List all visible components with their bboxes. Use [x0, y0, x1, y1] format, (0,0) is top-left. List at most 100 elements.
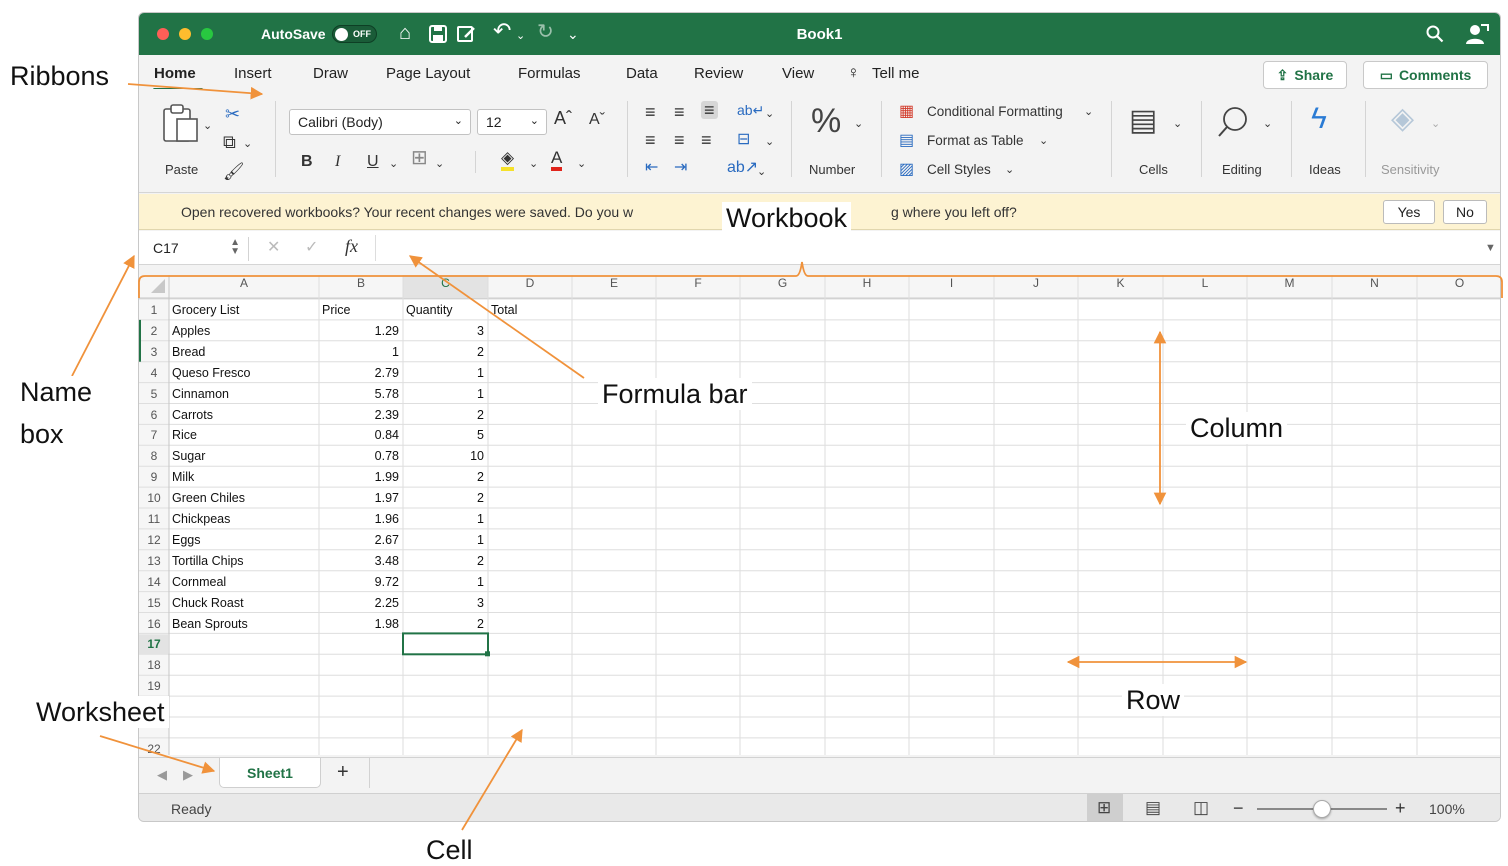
cell-c14[interactable]: 1 [406, 572, 488, 592]
cell-b20[interactable] [322, 697, 403, 717]
column-header-n[interactable]: N [1332, 276, 1417, 291]
row-header[interactable]: 7 [139, 428, 169, 442]
share-button[interactable]: ⇪ Share [1263, 61, 1347, 89]
column-header-c[interactable]: C [403, 276, 488, 291]
cell-d1[interactable]: Total [491, 300, 572, 320]
row-header[interactable]: 19 [139, 679, 169, 693]
align-left-icon[interactable]: ≡ [645, 131, 656, 149]
page-break-view-icon[interactable]: ◫ [1193, 799, 1209, 817]
cell-b10[interactable]: 1.97 [322, 488, 403, 508]
cell-d17[interactable] [491, 634, 572, 654]
cell-b5[interactable]: 5.78 [322, 384, 403, 404]
cell-c13[interactable]: 2 [406, 551, 488, 571]
cell-b18[interactable] [322, 655, 403, 675]
cell-d18[interactable] [491, 655, 572, 675]
row-header[interactable]: 16 [139, 617, 169, 631]
tell-me-search[interactable]: Tell me [872, 65, 920, 82]
row-header[interactable]: 8 [139, 449, 169, 463]
cells-icon[interactable]: ▤ [1129, 105, 1157, 137]
cell-b7[interactable]: 0.84 [322, 425, 403, 445]
cell-c4[interactable]: 1 [406, 363, 488, 383]
cell-c9[interactable]: 2 [406, 467, 488, 487]
percent-icon[interactable]: % [811, 104, 841, 138]
wrap-text-icon[interactable]: ab↵ [737, 101, 764, 119]
cell-d15[interactable] [491, 593, 572, 613]
normal-view-icon[interactable]: ⊞ [1097, 799, 1111, 817]
cell-d3[interactable] [491, 342, 572, 362]
user-icon[interactable] [1464, 22, 1490, 46]
cell-b2[interactable]: 1.29 [322, 321, 403, 341]
cell-b3[interactable]: 1 [322, 342, 403, 362]
search-icon[interactable] [1426, 25, 1444, 43]
cell-c11[interactable]: 1 [406, 509, 488, 529]
row-header[interactable]: 13 [139, 554, 169, 568]
recovery-no-button[interactable]: No [1443, 200, 1487, 224]
cell-a2[interactable]: Apples [172, 321, 319, 341]
cell-a14[interactable]: Cornmeal [172, 572, 319, 592]
format-as-table-button[interactable]: Format as Table [927, 133, 1024, 148]
chevron-down-icon[interactable]: ⌄ [1005, 161, 1014, 179]
ideas-icon[interactable]: ϟ [1311, 103, 1327, 135]
tab-insert[interactable]: Insert [234, 65, 272, 82]
cell-c22[interactable] [406, 739, 488, 755]
row-header[interactable]: 12 [139, 533, 169, 547]
cell-d20[interactable] [491, 697, 572, 717]
cancel-entry-icon[interactable]: ✕ [267, 239, 280, 257]
column-header-m[interactable]: M [1247, 276, 1332, 291]
cell-d8[interactable] [491, 446, 572, 466]
column-header-k[interactable]: K [1078, 276, 1163, 291]
cell-d21[interactable] [491, 718, 572, 738]
decrease-indent-icon[interactable]: ⇤ [645, 159, 658, 177]
borders-icon[interactable]: ⊞ [411, 148, 428, 168]
cell-a1[interactable]: Grocery List [172, 300, 319, 320]
cell-c10[interactable]: 2 [406, 488, 488, 508]
zoom-level[interactable]: 100% [1429, 801, 1465, 817]
cell-a18[interactable] [172, 655, 319, 675]
cell-a3[interactable]: Bread [172, 342, 319, 362]
cell-d13[interactable] [491, 551, 572, 571]
zoom-out-button[interactable]: − [1233, 799, 1244, 817]
orientation-dropdown-icon[interactable]: ⌄ [757, 163, 766, 181]
number-label[interactable]: Number [809, 162, 855, 177]
chevron-down-icon[interactable]: ⌄ [1039, 132, 1048, 150]
cell-b4[interactable]: 2.79 [322, 363, 403, 383]
editing-label[interactable]: Editing [1222, 162, 1262, 177]
name-box[interactable]: C17 ▲ ▼ [145, 237, 249, 261]
page-layout-view-icon[interactable]: ▤ [1145, 799, 1161, 817]
row-header[interactable]: 15 [139, 596, 169, 610]
column-header-a[interactable]: A [169, 276, 319, 291]
cells-dropdown-icon[interactable]: ⌄ [1173, 115, 1182, 133]
paste-dropdown-icon[interactable]: ⌄ [203, 117, 212, 135]
row-header[interactable]: 2 [139, 324, 169, 338]
font-color-dropdown-icon[interactable]: ⌄ [577, 155, 586, 173]
italic-button[interactable]: I [335, 153, 340, 171]
cell-a5[interactable]: Cinnamon [172, 384, 319, 404]
cell-b8[interactable]: 0.78 [322, 446, 403, 466]
cell-a7[interactable]: Rice [172, 425, 319, 445]
cell-d19[interactable] [491, 676, 572, 696]
increase-font-size-icon[interactable]: Aˆ [554, 109, 572, 127]
tab-draw[interactable]: Draw [313, 65, 348, 82]
name-box-stepper-icon[interactable]: ▲ ▼ [230, 238, 240, 257]
format-painter-icon[interactable]: 🖌 [223, 163, 245, 181]
cell-a9[interactable]: Milk [172, 467, 319, 487]
orientation-icon[interactable]: ab↗ [727, 159, 758, 177]
row-header[interactable]: 18 [139, 658, 169, 672]
tab-home[interactable]: Home [154, 65, 196, 82]
ideas-label[interactable]: Ideas [1309, 162, 1341, 177]
column-header-o[interactable]: O [1417, 276, 1500, 291]
cell-b22[interactable] [322, 739, 403, 755]
cell-c16[interactable]: 2 [406, 614, 488, 634]
conditional-formatting-button[interactable]: Conditional Formatting [927, 104, 1063, 119]
cell-a15[interactable]: Chuck Roast [172, 593, 319, 613]
enter-check-icon[interactable]: ✓ [305, 239, 318, 257]
cell-c18[interactable] [406, 655, 488, 675]
decrease-font-size-icon[interactable]: Aˇ [589, 111, 605, 129]
cell-d22[interactable] [491, 739, 572, 755]
cell-c21[interactable] [406, 718, 488, 738]
row-header[interactable]: 17 [139, 637, 169, 651]
fill-color-dropdown-icon[interactable]: ⌄ [529, 155, 538, 173]
search-icon[interactable] [1217, 105, 1251, 139]
chevron-down-icon[interactable]: ⌄ [1084, 103, 1093, 121]
cut-icon[interactable]: ✂ [225, 105, 240, 123]
